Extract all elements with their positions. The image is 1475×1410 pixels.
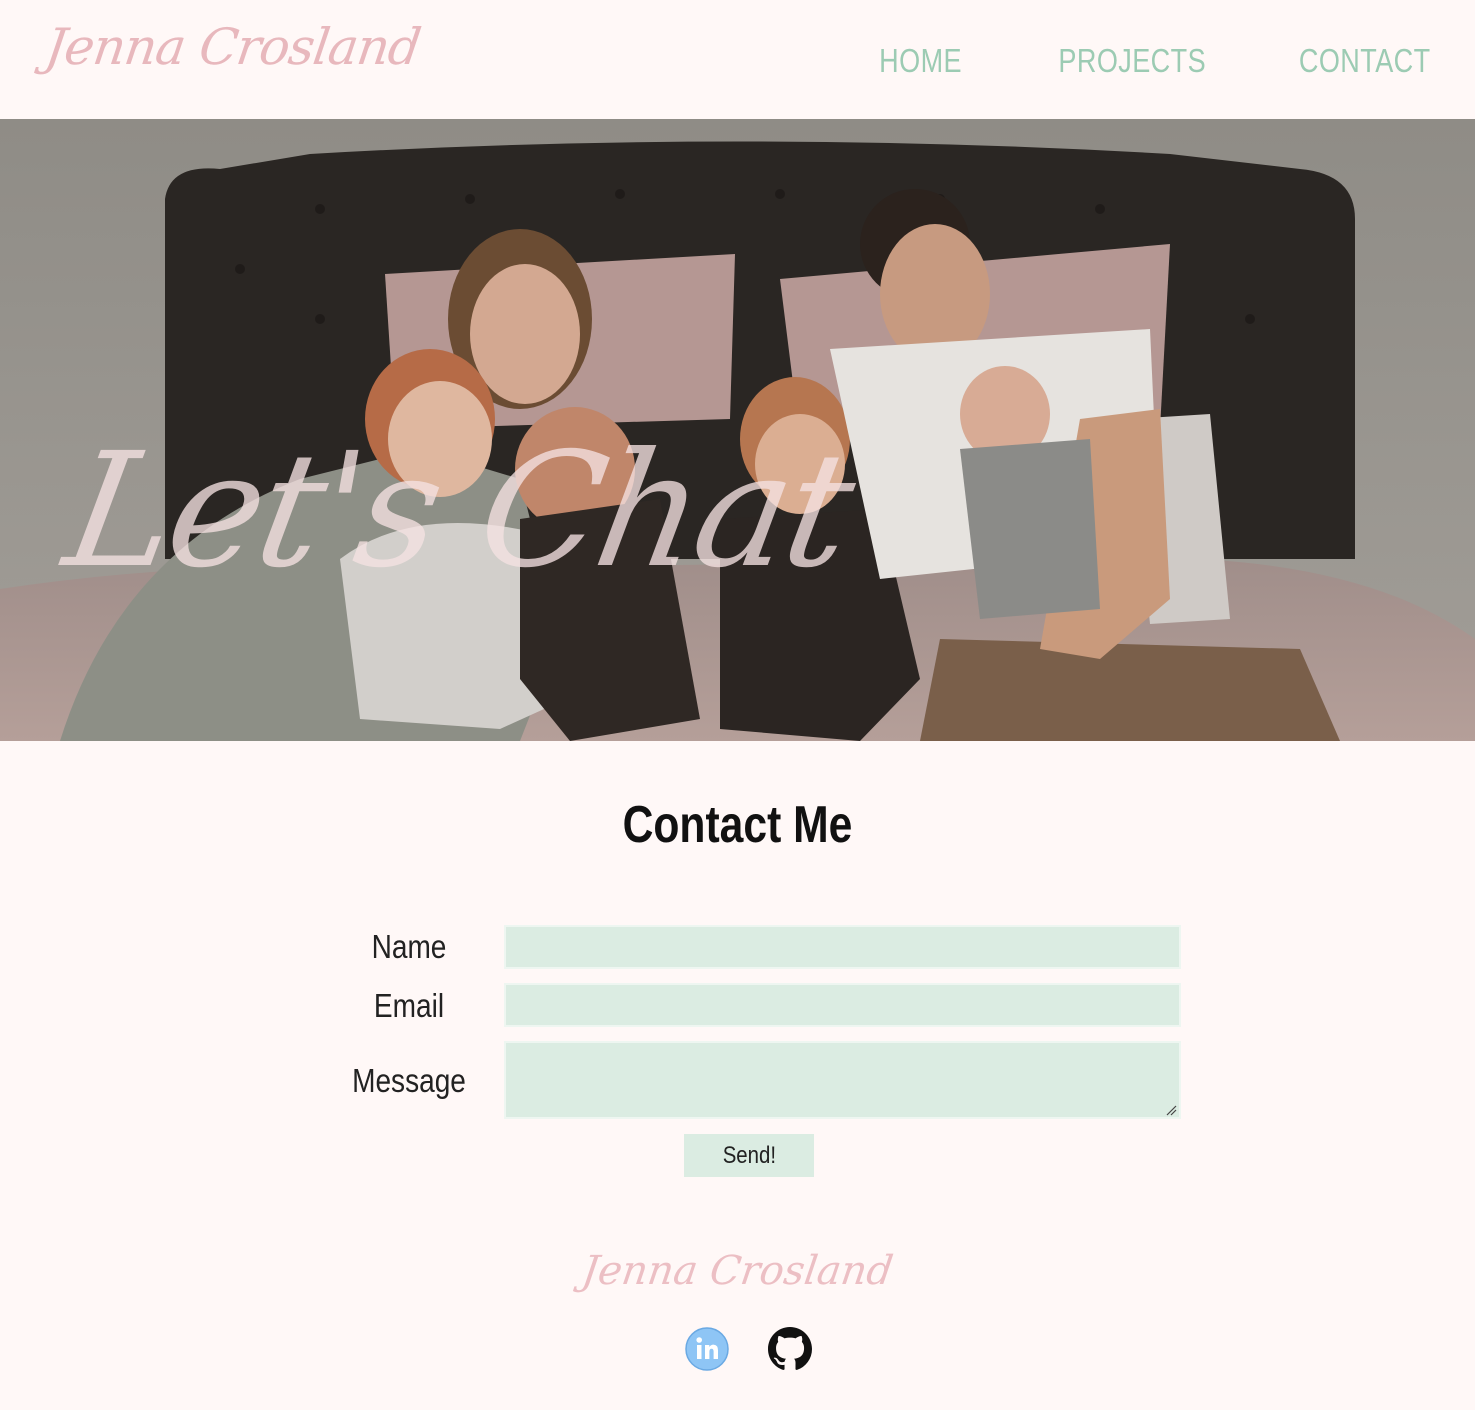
hero-banner: Let's Chat: [0, 119, 1475, 741]
email-input[interactable]: [504, 983, 1181, 1027]
name-input[interactable]: [504, 925, 1181, 969]
nav-projects-link[interactable]: PROJECTS: [1059, 42, 1207, 80]
nav-home-link[interactable]: HOME: [880, 42, 963, 80]
footer-brand: Jenna Crosland: [579, 1248, 896, 1294]
github-link[interactable]: [768, 1327, 812, 1371]
resize-handle-icon[interactable]: [1165, 1104, 1177, 1116]
contact-title: Contact Me: [622, 796, 853, 854]
linkedin-icon: [685, 1327, 729, 1371]
github-icon: [768, 1327, 812, 1370]
email-label: Email: [373, 987, 445, 1024]
main-nav: HOME PROJECTS CONTACT: [861, 42, 1431, 80]
send-button-label: Send!: [722, 1141, 776, 1169]
brand-logo[interactable]: Jenna Crosland: [42, 18, 424, 76]
name-label: Name: [371, 928, 447, 965]
linkedin-link[interactable]: [685, 1327, 729, 1371]
site-header: Jenna Crosland HOME PROJECTS CONTACT: [0, 0, 1475, 119]
message-textarea[interactable]: [504, 1041, 1181, 1119]
nav-contact-link[interactable]: CONTACT: [1299, 42, 1431, 80]
message-label: Message: [352, 1062, 466, 1099]
send-button[interactable]: Send!: [684, 1134, 814, 1177]
hero-title: Let's Chat: [53, 419, 864, 603]
